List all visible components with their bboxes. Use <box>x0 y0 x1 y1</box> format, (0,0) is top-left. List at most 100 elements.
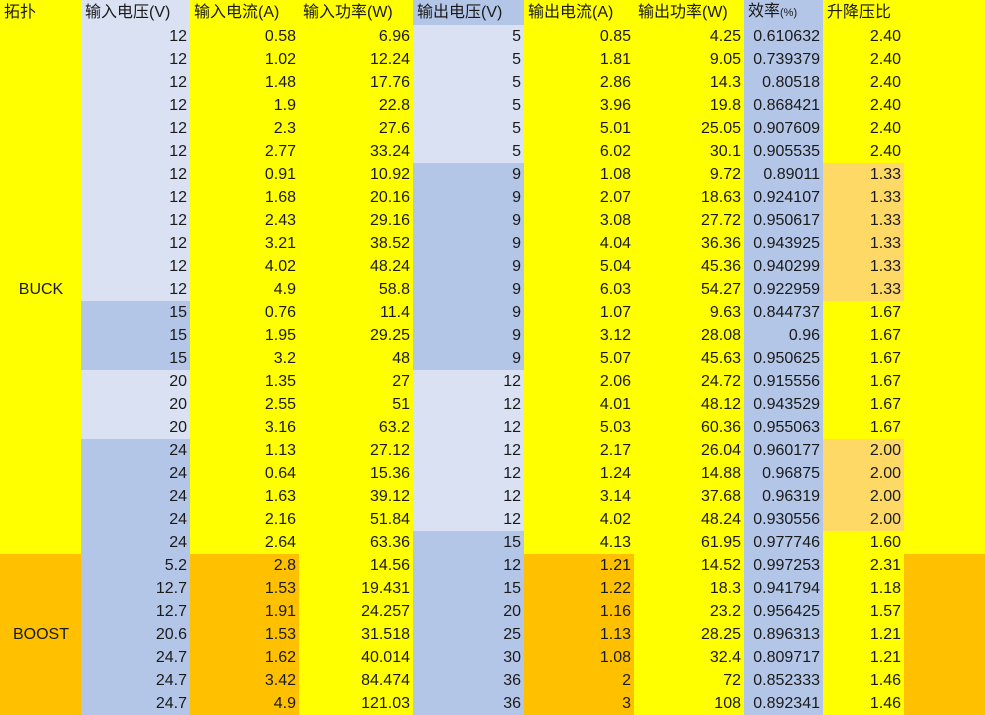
cell-empty <box>904 646 985 669</box>
cell-pin: 39.12 <box>299 485 413 508</box>
cell-ratio: 1.60 <box>823 531 904 554</box>
cell-eff: 0.941794 <box>744 577 823 600</box>
cell-iin: 1.63 <box>190 485 299 508</box>
table-row: 12 4.02 48.24 9 5.04 45.36 0.940299 1.33 <box>0 255 985 278</box>
cell-pout: 14.52 <box>634 554 744 577</box>
cell-iin: 0.64 <box>190 462 299 485</box>
table-row: 20.6 1.53 31.518 25 1.13 28.25 0.896313 1.21 <box>0 623 985 646</box>
table-row: 12.7 1.53 19.431 15 1.22 18.3 0.941794 1.18 <box>0 577 985 600</box>
table-row: 12 3.21 38.52 9 4.04 36.36 0.943925 1.33 <box>0 232 985 255</box>
cell-eff: 0.96 <box>744 324 823 347</box>
cell-pin: 17.76 <box>299 71 413 94</box>
cell-vout: 9 <box>413 255 524 278</box>
cell-pout: 60.36 <box>634 416 744 439</box>
cell-empty <box>904 140 985 163</box>
cell-eff: 0.940299 <box>744 255 823 278</box>
cell-iin: 1.53 <box>190 577 299 600</box>
cell-vin: 12 <box>81 117 190 140</box>
cell-ratio: 1.33 <box>823 255 904 278</box>
cell-pin: 15.36 <box>299 462 413 485</box>
cell-pout: 9.05 <box>634 48 744 71</box>
table-row: 24.7 1.62 40.014 30 1.08 32.4 0.809717 1.21 <box>0 646 985 669</box>
cell-vout: 12 <box>413 554 524 577</box>
cell-empty <box>904 577 985 600</box>
cell-ratio: 1.67 <box>823 416 904 439</box>
cell-vin: 12 <box>81 255 190 278</box>
cell-ratio: 1.21 <box>823 646 904 669</box>
cell-vout: 9 <box>413 278 524 301</box>
cell-ratio: 1.67 <box>823 370 904 393</box>
table-row: 12 1.9 22.8 5 3.96 19.8 0.868421 2.40 <box>0 94 985 117</box>
table-row: 24 2.64 63.36 15 4.13 61.95 0.977746 1.60 <box>0 531 985 554</box>
cell-vout: 12 <box>413 508 524 531</box>
cell-empty <box>904 278 985 301</box>
cell-empty <box>904 163 985 186</box>
cell-pin: 48.24 <box>299 255 413 278</box>
cell-vout: 12 <box>413 439 524 462</box>
cell-pin: 31.518 <box>299 623 413 646</box>
cell-vout: 9 <box>413 209 524 232</box>
cell-iin: 1.48 <box>190 71 299 94</box>
cell-vin: 24 <box>81 508 190 531</box>
cell-vin: 15 <box>81 324 190 347</box>
cell-pout: 14.88 <box>634 462 744 485</box>
cell-ratio: 2.31 <box>823 554 904 577</box>
cell-iout: 0.85 <box>524 25 634 48</box>
table-row: 15 3.2 48 9 5.07 45.63 0.950625 1.67 <box>0 347 985 370</box>
cell-empty <box>904 347 985 370</box>
cell-vin: 12.7 <box>81 577 190 600</box>
cell-vin: 24 <box>81 531 190 554</box>
cell-vin: 12 <box>81 25 190 48</box>
cell-iout: 5.01 <box>524 117 634 140</box>
cell-vout: 5 <box>413 71 524 94</box>
cell-pin: 63.36 <box>299 531 413 554</box>
cell-eff: 0.922959 <box>744 278 823 301</box>
cell-pout: 24.72 <box>634 370 744 393</box>
cell-eff: 0.852333 <box>744 669 823 692</box>
cell-pin: 20.16 <box>299 186 413 209</box>
cell-pin: 19.431 <box>299 577 413 600</box>
table-row: 24.7 4.9 121.03 36 3 108 0.892341 1.46 <box>0 692 985 715</box>
cell-pin: 84.474 <box>299 669 413 692</box>
cell-empty <box>904 600 985 623</box>
cell-pin: 22.8 <box>299 94 413 117</box>
cell-empty <box>904 669 985 692</box>
cell-eff: 0.89011 <box>744 163 823 186</box>
cell-iout: 6.02 <box>524 140 634 163</box>
cell-eff: 0.915556 <box>744 370 823 393</box>
cell-vin: 24.7 <box>81 646 190 669</box>
cell-eff: 0.868421 <box>744 94 823 117</box>
cell-pin: 38.52 <box>299 232 413 255</box>
cell-vout: 12 <box>413 485 524 508</box>
cell-eff: 0.892341 <box>744 692 823 715</box>
header-output-power: 输出功率(W) <box>634 0 744 25</box>
cell-ratio: 2.00 <box>823 508 904 531</box>
cell-pout: 61.95 <box>634 531 744 554</box>
cell-iin: 1.91 <box>190 600 299 623</box>
cell-vin: 12 <box>81 278 190 301</box>
cell-pin: 27.12 <box>299 439 413 462</box>
cell-empty <box>904 232 985 255</box>
cell-iout: 3.14 <box>524 485 634 508</box>
cell-pin: 24.257 <box>299 600 413 623</box>
cell-vout: 30 <box>413 646 524 669</box>
cell-iin: 2.55 <box>190 393 299 416</box>
cell-iin: 4.9 <box>190 692 299 715</box>
table-row: 24 1.13 27.12 12 2.17 26.04 0.960177 2.00 <box>0 439 985 462</box>
cell-vin: 20.6 <box>81 623 190 646</box>
cell-vout: 15 <box>413 577 524 600</box>
cell-ratio: 1.33 <box>823 209 904 232</box>
cell-empty <box>904 186 985 209</box>
cell-pout: 9.63 <box>634 301 744 324</box>
cell-eff: 0.907609 <box>744 117 823 140</box>
cell-pin: 121.03 <box>299 692 413 715</box>
topology-cell: BOOST <box>0 554 81 715</box>
cell-pout: 18.63 <box>634 186 744 209</box>
cell-iin: 4.9 <box>190 278 299 301</box>
cell-pin: 63.2 <box>299 416 413 439</box>
cell-pout: 25.05 <box>634 117 744 140</box>
cell-iin: 1.35 <box>190 370 299 393</box>
cell-iout: 1.16 <box>524 600 634 623</box>
cell-iin: 1.95 <box>190 324 299 347</box>
cell-iout: 2 <box>524 669 634 692</box>
